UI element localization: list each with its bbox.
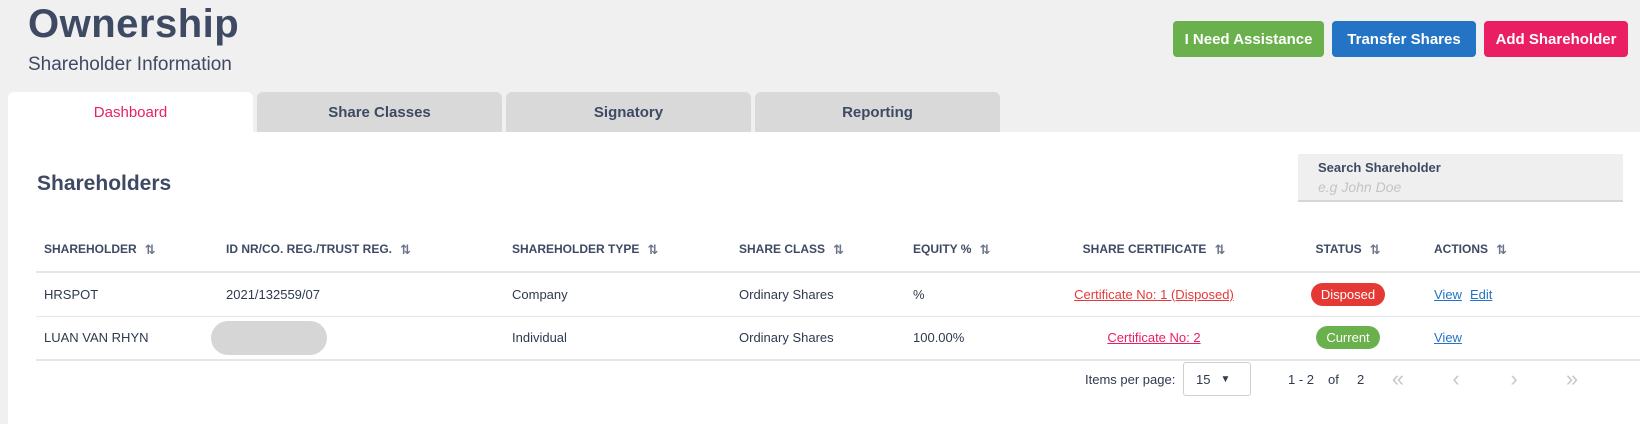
page-title: Ownership — [28, 2, 240, 46]
sort-icon[interactable]: ⇅ — [1214, 242, 1225, 258]
column-header-share-certificate[interactable]: SHARE CERTIFICATE ⇅ — [1030, 228, 1278, 273]
sort-icon[interactable]: ⇅ — [1496, 242, 1507, 258]
items-per-page-label: Items per page: — [1085, 372, 1176, 387]
tab-dashboard[interactable]: Dashboard — [8, 92, 253, 132]
page-range: 1 - 2 — [1288, 372, 1315, 387]
column-header-equity[interactable]: EQUITY % ⇅ — [905, 228, 1030, 273]
search-input[interactable] — [1318, 179, 1603, 195]
first-page-icon[interactable]: « — [1385, 366, 1411, 392]
cell-actions: View Edit — [1418, 272, 1640, 317]
column-header-id-nr[interactable]: ID NR/CO. REG./TRUST REG. ⇅ — [218, 228, 504, 273]
page-of-label: of — [1328, 372, 1339, 387]
sort-icon[interactable]: ⇅ — [833, 242, 844, 258]
search-label: Search Shareholder — [1318, 160, 1441, 175]
table-row: LUAN VAN RHYN Individual Ordinary Shares… — [36, 316, 1640, 361]
previous-page-icon[interactable]: ‹ — [1443, 366, 1469, 392]
sort-icon[interactable]: ⇅ — [979, 242, 990, 258]
last-page-icon[interactable]: » — [1559, 366, 1585, 392]
redacted-id-placeholder — [211, 320, 327, 355]
items-per-page-select[interactable]: 15 ▼ — [1183, 362, 1251, 396]
items-per-page-value: 15 — [1196, 371, 1211, 387]
cell-equity: 100.00% — [905, 316, 1030, 361]
shareholders-table: SHAREHOLDER ⇅ ID NR/CO. REG./TRUST REG. ⇅ … — [36, 228, 1640, 361]
sort-icon[interactable]: ⇅ — [647, 242, 658, 258]
tab-share-classes[interactable]: Share Classes — [257, 92, 502, 132]
certificate-link[interactable]: Certificate No: 2 — [1107, 330, 1200, 345]
cell-shareholder: HRSPOT — [36, 272, 218, 317]
cell-equity: % — [905, 272, 1030, 317]
cell-shareholder-type: Company — [504, 272, 731, 317]
table-header-row: SHAREHOLDER ⇅ ID NR/CO. REG./TRUST REG. ⇅ … — [36, 228, 1640, 273]
edit-link[interactable]: Edit — [1470, 287, 1492, 302]
column-header-share-class[interactable]: SHARE CLASS ⇅ — [731, 228, 905, 273]
column-header-shareholder-type[interactable]: SHAREHOLDER TYPE ⇅ — [504, 228, 731, 273]
view-link[interactable]: View — [1434, 287, 1462, 302]
view-link[interactable]: View — [1434, 330, 1462, 345]
search-shareholder-field: Search Shareholder — [1298, 154, 1623, 202]
column-header-status[interactable]: STATUS ⇅ — [1278, 228, 1418, 273]
cell-share-class: Ordinary Shares — [731, 272, 905, 317]
status-badge: Disposed — [1310, 282, 1386, 306]
page-subtitle: Shareholder Information — [28, 54, 232, 75]
cell-share-class: Ordinary Shares — [731, 316, 905, 361]
cell-actions: View — [1418, 316, 1640, 361]
cell-id-nr: 2021/132559/07 — [218, 272, 504, 317]
table-row: HRSPOT 2021/132559/07 Company Ordinary S… — [36, 272, 1640, 317]
tab-bar: Dashboard Share Classes Signatory Report… — [8, 92, 1000, 132]
cell-share-certificate: Certificate No: 1 (Disposed) — [1030, 272, 1278, 317]
section-title: Shareholders — [37, 172, 172, 195]
add-shareholder-button[interactable]: Add Shareholder — [1484, 21, 1628, 57]
need-assistance-button[interactable]: I Need Assistance — [1173, 21, 1324, 57]
transfer-shares-button[interactable]: Transfer Shares — [1332, 21, 1476, 57]
certificate-link[interactable]: Certificate No: 1 (Disposed) — [1074, 287, 1234, 302]
status-badge: Current — [1316, 326, 1380, 350]
chevron-down-icon: ▼ — [1220, 373, 1231, 385]
cell-id-nr — [211, 316, 504, 361]
paginator: Items per page: 15 ▼ 1 - 2 of 2 « ‹ › » — [8, 362, 1640, 396]
tab-signatory[interactable]: Signatory — [506, 92, 751, 132]
cell-status: Disposed — [1278, 272, 1418, 317]
dashboard-panel: Shareholders Search Shareholder SHAREHOL… — [8, 132, 1640, 424]
next-page-icon[interactable]: › — [1501, 366, 1527, 392]
sort-icon[interactable]: ⇅ — [1370, 242, 1381, 258]
page-total: 2 — [1357, 372, 1365, 387]
cell-share-certificate: Certificate No: 2 — [1030, 316, 1278, 361]
sort-icon[interactable]: ⇅ — [400, 242, 411, 258]
cell-shareholder: LUAN VAN RHYN — [36, 316, 218, 361]
cell-status: Current — [1278, 316, 1418, 361]
sort-icon[interactable]: ⇅ — [145, 242, 156, 258]
cell-shareholder-type: Individual — [504, 316, 731, 361]
column-header-shareholder[interactable]: SHAREHOLDER ⇅ — [36, 228, 218, 273]
tab-reporting[interactable]: Reporting — [755, 92, 1000, 132]
column-header-actions[interactable]: ACTIONS ⇅ — [1418, 228, 1640, 273]
